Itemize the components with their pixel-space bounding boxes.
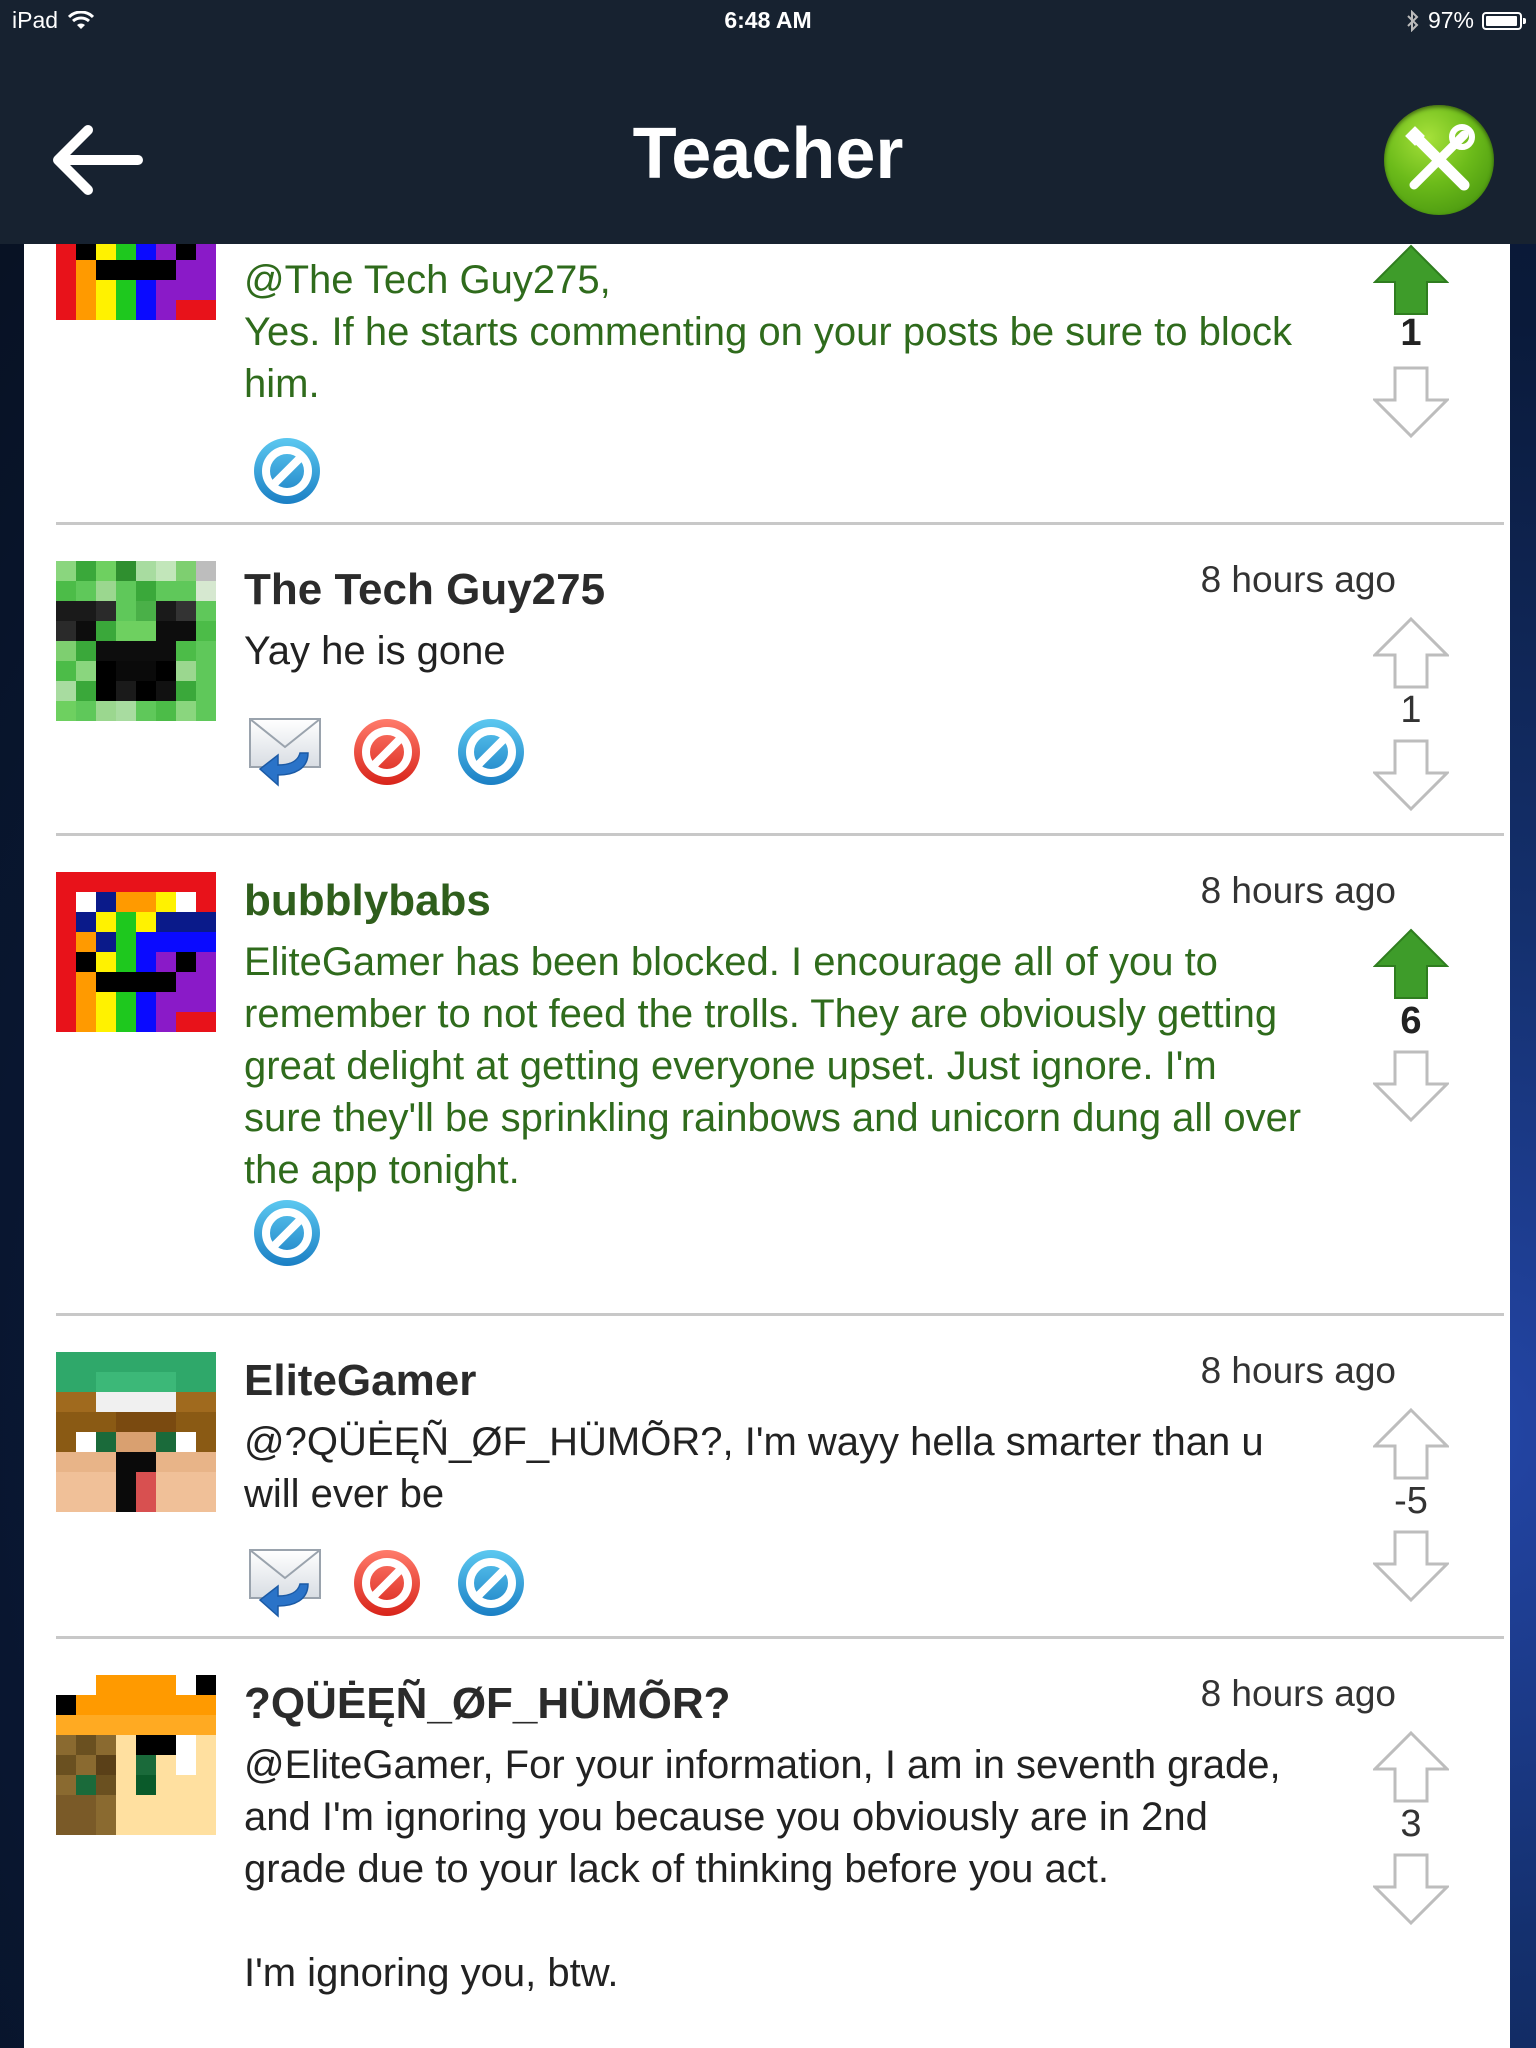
status-bar: iPad 6:48 AM 97%	[0, 0, 1536, 40]
comment-author[interactable]: The Tech Guy275	[244, 565, 605, 615]
reply-mail-icon[interactable]	[248, 713, 324, 789]
comment-author[interactable]: EliteGamer	[244, 1356, 476, 1406]
comments-panel[interactable]: @The Tech Guy275, Yes. If he starts comm…	[24, 244, 1510, 2048]
block-icon[interactable]	[250, 1196, 324, 1270]
tools-button[interactable]	[1384, 105, 1494, 215]
vote-score: 1	[1400, 312, 1422, 354]
report-icon[interactable]	[350, 715, 424, 789]
reply-mail-icon[interactable]	[248, 1544, 324, 1620]
vote-score: 6	[1400, 1000, 1422, 1042]
battery-percent: 97%	[1427, 7, 1474, 33]
nav-bar: Teacher	[0, 40, 1536, 244]
comment-body: @EliteGamer, For your information, I am …	[244, 1743, 1281, 1995]
comment-author[interactable]: ?QÜĖĘÑ_ØF_HÜMÕR?	[244, 1679, 730, 1729]
comment-timestamp: 8 hours ago	[1200, 1350, 1396, 1391]
clock: 6:48 AM	[724, 7, 812, 33]
divider	[56, 1636, 1504, 1639]
tools-icon	[1405, 124, 1475, 191]
report-icon[interactable]	[350, 1546, 424, 1620]
avatar	[56, 872, 216, 1032]
vote-score: -5	[1394, 1480, 1428, 1522]
upvote-arrow-icon[interactable]	[1373, 1729, 1449, 1805]
avatar	[56, 1675, 216, 1835]
comment-body: EliteGamer has been blocked. I encourage…	[244, 940, 1313, 1192]
vote-score: 3	[1400, 1803, 1422, 1845]
downvote-arrow-icon[interactable]	[1373, 364, 1449, 440]
avatar	[56, 244, 216, 320]
block-icon[interactable]	[454, 1546, 528, 1620]
comment-timestamp: 8 hours ago	[1200, 559, 1396, 600]
bluetooth-icon	[1407, 9, 1419, 32]
upvote-arrow-icon[interactable]	[1373, 615, 1449, 691]
vote-score: 1	[1400, 689, 1422, 731]
downvote-arrow-icon[interactable]	[1373, 737, 1449, 813]
downvote-arrow-icon[interactable]	[1373, 1528, 1449, 1604]
upvote-arrow-icon[interactable]	[1373, 1406, 1449, 1482]
avatar	[56, 1352, 216, 1512]
avatar	[56, 561, 216, 721]
divider	[56, 522, 1504, 525]
comment-timestamp: 8 hours ago	[1200, 870, 1396, 911]
downvote-arrow-icon[interactable]	[1373, 1048, 1449, 1124]
comment-body: @?QÜĖĘÑ_ØF_HÜMÕR?, I'm wayy hella smarte…	[244, 1420, 1275, 1516]
page-title: Teacher	[632, 114, 904, 194]
upvote-arrow-icon[interactable]	[1373, 926, 1449, 1002]
comment-body: @The Tech Guy275, Yes. If he starts comm…	[244, 258, 1292, 406]
comment-author[interactable]: bubblybabs	[244, 876, 491, 926]
divider	[56, 1313, 1504, 1316]
battery-icon	[1482, 11, 1526, 30]
comment-body: Yay he is gone	[244, 629, 506, 673]
divider	[56, 833, 1504, 836]
upvote-arrow-icon[interactable]	[1373, 244, 1449, 318]
block-icon[interactable]	[250, 434, 324, 508]
comment-timestamp: 8 hours ago	[1200, 1673, 1396, 1714]
downvote-arrow-icon[interactable]	[1373, 1851, 1449, 1927]
block-icon[interactable]	[454, 715, 528, 789]
